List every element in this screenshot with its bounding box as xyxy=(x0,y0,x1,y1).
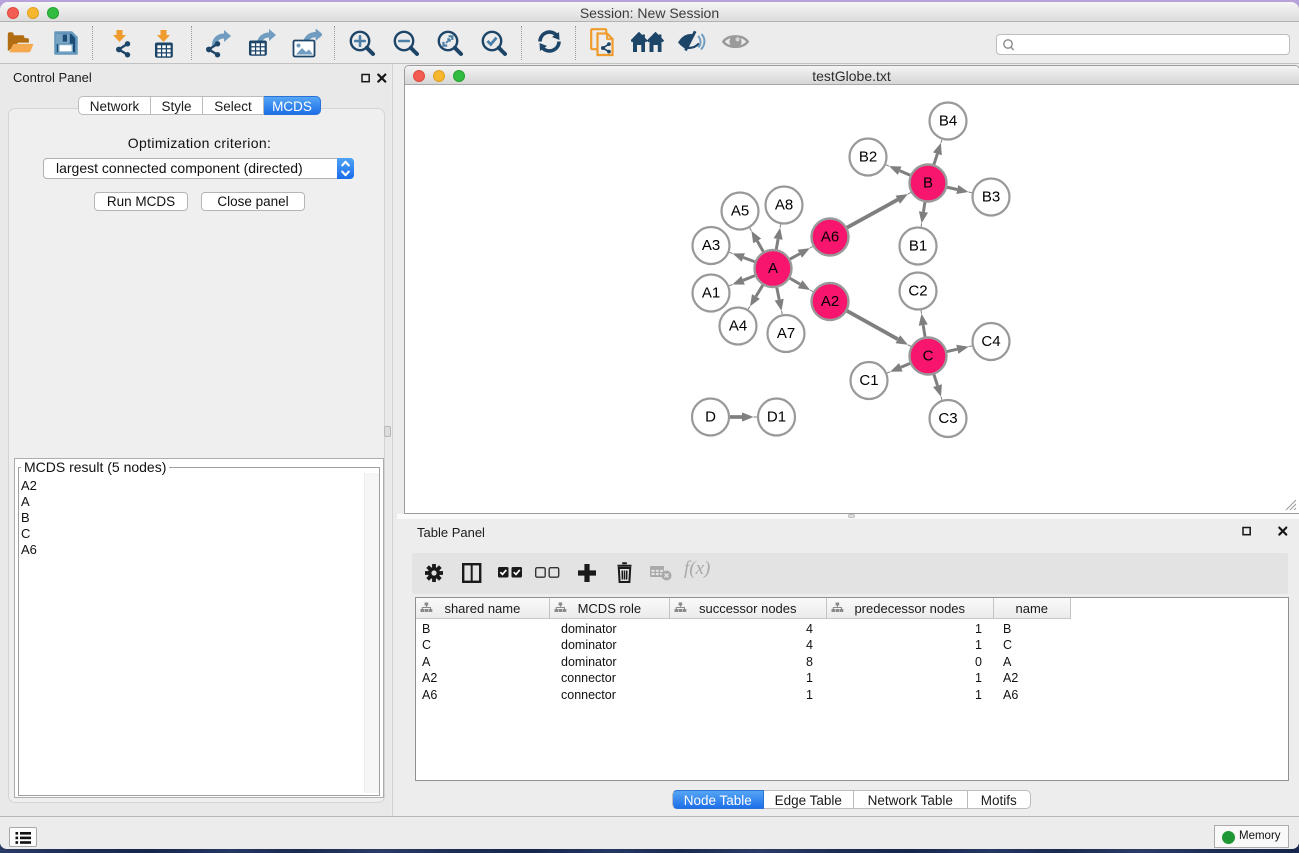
svg-text:A5: A5 xyxy=(730,203,748,220)
svg-text:C2: C2 xyxy=(908,283,927,300)
svg-text:A4: A4 xyxy=(728,318,746,335)
svg-text:A2: A2 xyxy=(820,293,838,310)
svg-text:C4: C4 xyxy=(981,333,1000,350)
svg-text:C3: C3 xyxy=(938,410,957,427)
svg-text:A: A xyxy=(767,260,777,277)
svg-text:B4: B4 xyxy=(938,113,956,130)
svg-text:D1: D1 xyxy=(766,409,785,426)
svg-text:A6: A6 xyxy=(820,229,838,246)
svg-text:A3: A3 xyxy=(701,237,719,254)
svg-text:B: B xyxy=(922,175,932,192)
svg-text:A7: A7 xyxy=(776,325,794,342)
svg-text:B1: B1 xyxy=(908,238,926,255)
svg-text:C1: C1 xyxy=(859,372,878,389)
svg-text:f(x): f(x) xyxy=(684,558,710,579)
svg-text:B3: B3 xyxy=(981,189,999,206)
svg-text:C: C xyxy=(922,348,933,365)
svg-text:A8: A8 xyxy=(774,197,792,214)
svg-text:A1: A1 xyxy=(701,285,719,302)
svg-text:B2: B2 xyxy=(858,149,876,166)
svg-text:D: D xyxy=(705,409,716,426)
